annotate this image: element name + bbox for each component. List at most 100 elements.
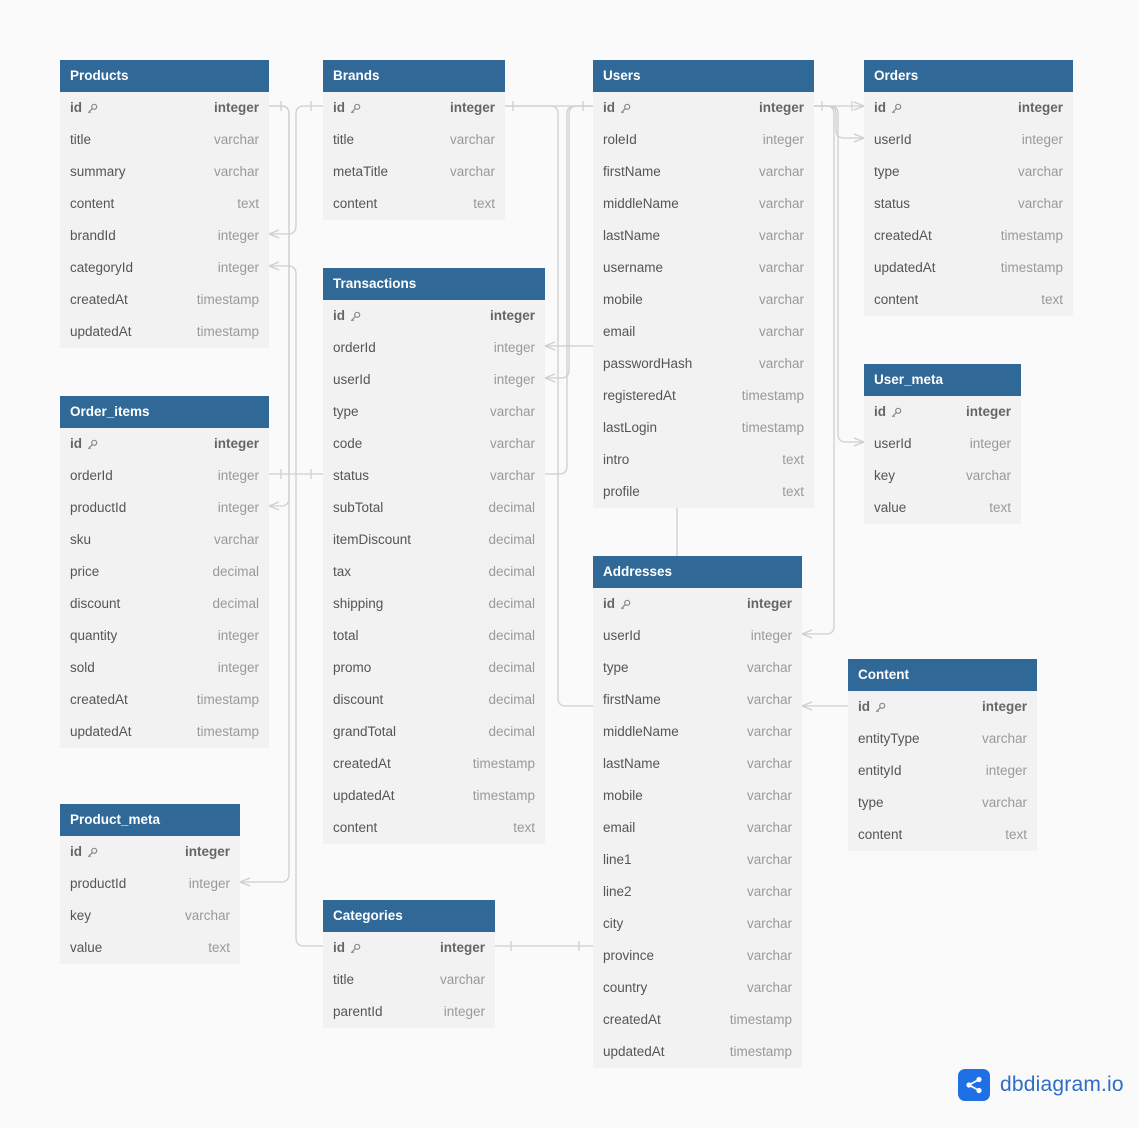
field-row[interactable]: userId integer <box>864 124 1073 156</box>
field-row[interactable]: promo decimal <box>323 652 545 684</box>
field-row[interactable]: orderId integer <box>323 332 545 364</box>
table-header[interactable]: Products <box>60 60 269 92</box>
table-order-items[interactable]: Order_items id integer orderId integer produc… <box>60 396 269 748</box>
field-row[interactable]: createdAt timestamp <box>60 684 269 716</box>
field-row[interactable]: updatedAt timestamp <box>593 1036 802 1068</box>
table-header[interactable]: Transactions <box>323 268 545 300</box>
field-row[interactable]: categoryId integer <box>60 252 269 284</box>
table-users[interactable]: Users id integer roleId integer firstName varc… <box>593 60 814 508</box>
field-row[interactable]: sold integer <box>60 652 269 684</box>
field-row[interactable]: itemDiscount decimal <box>323 524 545 556</box>
field-row[interactable]: type varchar <box>848 787 1037 819</box>
link-orderitems-product[interactable] <box>269 105 290 507</box>
field-row[interactable]: price decimal <box>60 556 269 588</box>
field-row[interactable]: content text <box>848 819 1037 851</box>
field-row[interactable]: userId integer <box>323 364 545 396</box>
field-row[interactable]: updatedAt timestamp <box>323 780 545 812</box>
table-header[interactable]: User_meta <box>864 364 1021 396</box>
field-row[interactable]: createdAt timestamp <box>864 220 1073 252</box>
field-row[interactable]: updatedAt timestamp <box>864 252 1073 284</box>
field-row[interactable]: orderId integer <box>60 460 269 492</box>
table-header[interactable]: Order_items <box>60 396 269 428</box>
field-row[interactable]: city varchar <box>593 908 802 940</box>
field-row[interactable]: id integer <box>848 691 1037 723</box>
table-brands[interactable]: Brands id integer title varchar metaTitle varc… <box>323 60 505 220</box>
field-row[interactable]: sku varchar <box>60 524 269 556</box>
link-products-category[interactable] <box>269 265 323 947</box>
field-row[interactable]: mobile varchar <box>593 284 814 316</box>
field-row[interactable]: title varchar <box>323 964 495 996</box>
field-row[interactable]: id integer <box>323 932 495 964</box>
field-row[interactable]: updatedAt timestamp <box>60 716 269 748</box>
table-header[interactable]: Categories <box>323 900 495 932</box>
field-row[interactable]: userId integer <box>593 620 802 652</box>
table-orders[interactable]: Orders id integer userId integer type varchar s… <box>864 60 1073 316</box>
field-row[interactable]: key varchar <box>864 460 1021 492</box>
table-content[interactable]: Content id integer entityType varchar entityI… <box>848 659 1037 851</box>
field-row[interactable]: summary varchar <box>60 156 269 188</box>
field-row[interactable]: content text <box>60 188 269 220</box>
table-categories[interactable]: Categories id integer title varchar parentId i… <box>323 900 495 1028</box>
link-products-brand[interactable] <box>269 105 323 235</box>
table-user-meta[interactable]: User_meta id integer userId integer key varcha… <box>864 364 1021 524</box>
field-row[interactable]: updatedAt timestamp <box>60 316 269 348</box>
field-row[interactable]: lastName varchar <box>593 220 814 252</box>
field-row[interactable]: createdAt timestamp <box>323 748 545 780</box>
field-row[interactable]: metaTitle varchar <box>323 156 505 188</box>
field-row[interactable]: productId integer <box>60 492 269 524</box>
field-row[interactable]: country varchar <box>593 972 802 1004</box>
field-row[interactable]: id integer <box>593 588 802 620</box>
field-row[interactable]: tax decimal <box>323 556 545 588</box>
field-row[interactable]: entityType varchar <box>848 723 1037 755</box>
field-row[interactable]: quantity integer <box>60 620 269 652</box>
field-row[interactable]: entityId integer <box>848 755 1037 787</box>
link-orders-userid[interactable] <box>814 105 864 139</box>
field-row[interactable]: code varchar <box>323 428 545 460</box>
table-transactions[interactable]: Transactions id integer orderId integer userI… <box>323 268 545 844</box>
field-row[interactable]: passwordHash varchar <box>593 348 814 380</box>
field-row[interactable]: middleName varchar <box>593 188 814 220</box>
field-row[interactable]: status varchar <box>323 460 545 492</box>
field-row[interactable]: mobile varchar <box>593 780 802 812</box>
field-row[interactable]: shipping decimal <box>323 588 545 620</box>
field-row[interactable]: content text <box>323 188 505 220</box>
table-addresses[interactable]: Addresses id integer userId integer type varch… <box>593 556 802 1068</box>
field-row[interactable]: intro text <box>593 444 814 476</box>
field-row[interactable]: roleId integer <box>593 124 814 156</box>
field-row[interactable]: email varchar <box>593 316 814 348</box>
field-row[interactable]: line2 varchar <box>593 876 802 908</box>
table-products[interactable]: Products id integer title varchar summary varc… <box>60 60 269 348</box>
field-row[interactable]: id integer <box>864 92 1073 124</box>
field-row[interactable]: value text <box>864 492 1021 524</box>
field-row[interactable]: content text <box>864 284 1073 316</box>
field-row[interactable]: province varchar <box>593 940 802 972</box>
field-row[interactable]: brandId integer <box>60 220 269 252</box>
field-row[interactable]: discount decimal <box>60 588 269 620</box>
table-header[interactable]: Brands <box>323 60 505 92</box>
link-transactions-status[interactable] <box>545 105 593 475</box>
field-row[interactable]: subTotal decimal <box>323 492 545 524</box>
table-header[interactable]: Product_meta <box>60 804 240 836</box>
field-row[interactable]: id integer <box>864 396 1021 428</box>
table-header[interactable]: Addresses <box>593 556 802 588</box>
field-row[interactable]: createdAt timestamp <box>60 284 269 316</box>
table-product-meta[interactable]: Product_meta id integer productId integer key… <box>60 804 240 964</box>
table-header[interactable]: Content <box>848 659 1037 691</box>
field-row[interactable]: createdAt timestamp <box>593 1004 802 1036</box>
field-row[interactable]: id integer <box>60 836 240 868</box>
field-row[interactable]: email varchar <box>593 812 802 844</box>
link-transactions-user[interactable] <box>545 105 593 379</box>
table-header[interactable]: Orders <box>864 60 1073 92</box>
field-row[interactable]: status varchar <box>864 188 1073 220</box>
field-row[interactable]: title varchar <box>323 124 505 156</box>
field-row[interactable]: grandTotal decimal <box>323 716 545 748</box>
field-row[interactable]: title varchar <box>60 124 269 156</box>
field-row[interactable]: type varchar <box>864 156 1073 188</box>
field-row[interactable]: content text <box>323 812 545 844</box>
field-row[interactable]: username varchar <box>593 252 814 284</box>
field-row[interactable]: profile text <box>593 476 814 508</box>
field-row[interactable]: firstName varchar <box>593 156 814 188</box>
field-row[interactable]: middleName varchar <box>593 716 802 748</box>
field-row[interactable]: lastName varchar <box>593 748 802 780</box>
field-row[interactable]: key varchar <box>60 900 240 932</box>
